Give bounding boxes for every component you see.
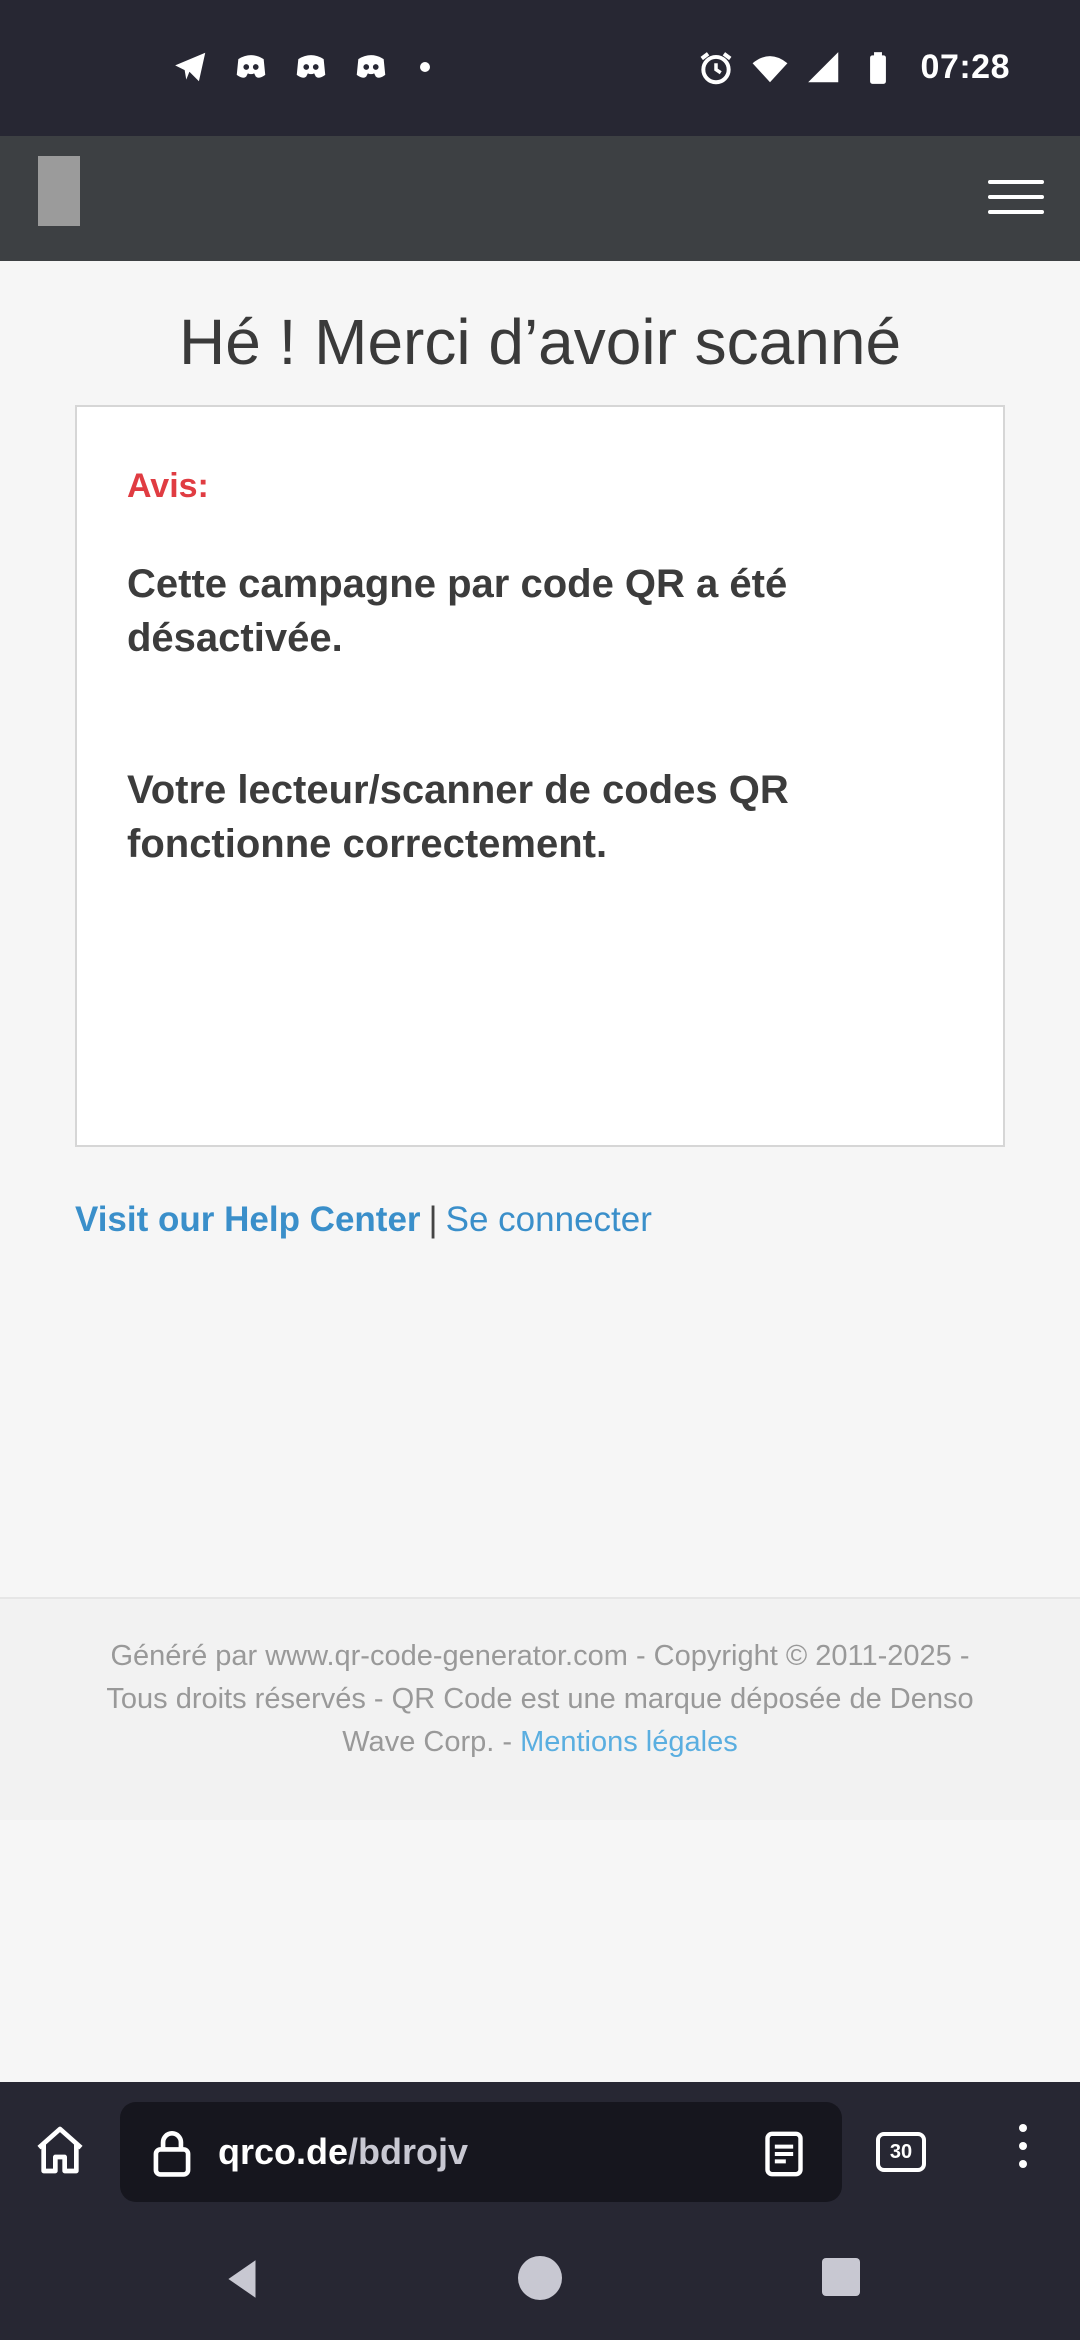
more-notifications-dot bbox=[420, 62, 430, 72]
site-header bbox=[0, 136, 1080, 261]
hamburger-menu-button[interactable] bbox=[988, 180, 1044, 220]
footer-copyright: Généré par www.qr-code-generator.com - C… bbox=[90, 1635, 990, 1764]
menu-icon-bar bbox=[988, 210, 1044, 214]
menu-icon-bar bbox=[988, 195, 1044, 199]
recents-square-icon[interactable] bbox=[822, 2258, 860, 2296]
home-icon[interactable] bbox=[32, 2122, 88, 2178]
discord-icon bbox=[296, 55, 326, 78]
back-icon[interactable] bbox=[218, 2254, 268, 2304]
alarm-icon bbox=[700, 51, 731, 84]
menu-icon-bar bbox=[988, 180, 1044, 184]
url-path: /bdrojv bbox=[348, 2131, 469, 2172]
system-navigation-bar bbox=[0, 2218, 1080, 2340]
wifi-icon bbox=[752, 55, 787, 82]
overflow-menu-icon[interactable] bbox=[1008, 2124, 1038, 2176]
discord-icon bbox=[236, 55, 266, 78]
overflow-dot bbox=[1019, 2142, 1027, 2150]
notification-icons bbox=[172, 48, 430, 86]
url-domain: qrco.de bbox=[218, 2131, 349, 2172]
reader-mode-icon[interactable] bbox=[762, 2130, 806, 2178]
help-center-link[interactable]: Visit our Help Center bbox=[75, 1200, 421, 1239]
screen: 07:28 Hé ! Merci d’avoir scanné Avis: Ce… bbox=[0, 0, 1080, 2340]
scanner-ok-message: Votre lecteur/scanner de codes QR foncti… bbox=[127, 768, 789, 866]
deactivated-message: Cette campagne par code QR a été désacti… bbox=[127, 562, 788, 660]
overflow-dot bbox=[1019, 2160, 1027, 2168]
lock-icon bbox=[153, 2131, 191, 2177]
site-logo bbox=[38, 156, 80, 226]
telegram-icon bbox=[175, 52, 206, 82]
login-link[interactable]: Se connecter bbox=[446, 1200, 652, 1239]
notice-card: Avis: Cette campagne par code QR a été d… bbox=[75, 405, 1005, 1147]
home-circle-icon[interactable] bbox=[518, 2256, 562, 2300]
browser-toolbar: qrco.de/bdrojv 30 bbox=[0, 2082, 1080, 2218]
url-text: qrco.de/bdrojv bbox=[218, 2131, 468, 2173]
link-separator: | bbox=[428, 1200, 438, 1239]
signal-icon bbox=[807, 51, 838, 82]
footer: Généré par www.qr-code-generator.com - C… bbox=[0, 1597, 1080, 1820]
page-title: Hé ! Merci d’avoir scanné bbox=[178, 306, 902, 378]
battery-icon bbox=[869, 51, 886, 84]
discord-icon bbox=[356, 55, 386, 78]
system-status: 07:28 bbox=[697, 48, 1010, 87]
legal-notice-link[interactable]: Mentions légales bbox=[520, 1726, 738, 1758]
help-links: Visit our Help Center | Se connecter bbox=[75, 1200, 652, 1240]
notice-label: Avis: bbox=[127, 467, 209, 505]
status-bar: 07:28 bbox=[0, 0, 1080, 136]
address-bar[interactable]: qrco.de/bdrojv bbox=[120, 2102, 842, 2202]
clock: 07:28 bbox=[920, 48, 1010, 86]
overflow-dot bbox=[1019, 2124, 1027, 2132]
tab-switcher-button[interactable]: 30 bbox=[876, 2132, 926, 2172]
